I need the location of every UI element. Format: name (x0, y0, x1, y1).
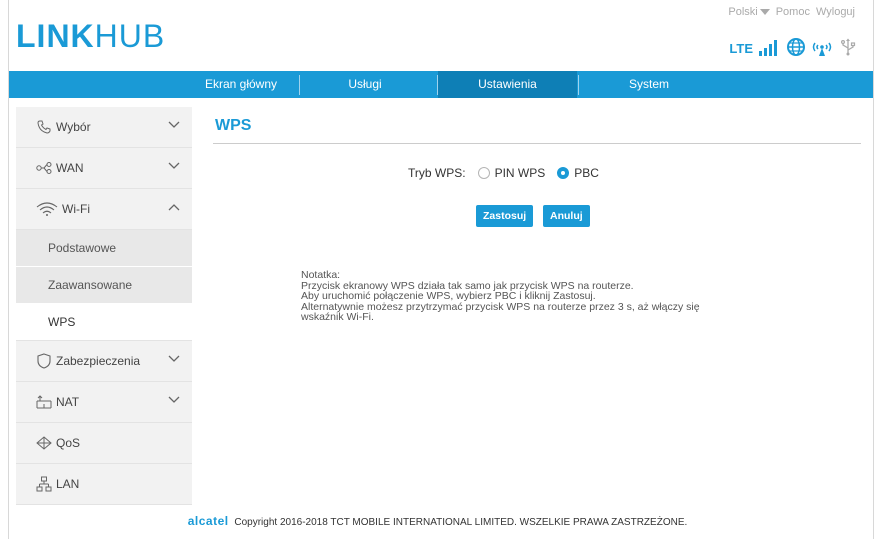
help-link[interactable]: Pomoc (776, 6, 810, 18)
language-select[interactable]: Polski (728, 6, 770, 18)
chevron-down-icon (168, 355, 180, 362)
sidebar-item-label: NAT (56, 395, 80, 409)
wifi-icon (36, 202, 58, 216)
page-title: WPS (215, 117, 252, 134)
sidebar-subitem-basic[interactable]: Podstawowe (16, 230, 192, 267)
lan-icon (36, 476, 52, 492)
nav-services[interactable]: Usługi (301, 71, 429, 98)
sidebar-item-label: QoS (56, 436, 81, 450)
title-divider (213, 143, 861, 144)
pin-wps-label[interactable]: PIN WPS (495, 166, 546, 180)
globe-icon (787, 38, 805, 56)
pin-wps-radio[interactable] (477, 167, 490, 179)
pbc-radio[interactable] (557, 167, 570, 179)
wps-notes: Notatka: Przycisk ekranowy WPS działa ta… (301, 270, 821, 323)
shield-icon (36, 353, 52, 369)
chevron-down-icon (168, 121, 180, 128)
wps-icon (812, 42, 832, 56)
alcatel-logo: alcatel (187, 514, 229, 528)
sidebar-item-label: Wi-Fi (62, 202, 90, 216)
notes-line: Alternatywnie możesz przytrzymać przycis… (301, 300, 700, 313)
nav-settings[interactable]: Ustawienia (438, 71, 577, 98)
cancel-button[interactable]: Anuluj (543, 205, 590, 227)
phone-icon (36, 120, 52, 134)
linkhub-logo: LINKHUB (16, 18, 166, 54)
wan-icon (36, 162, 52, 174)
apply-button[interactable]: Zastosuj (476, 205, 534, 227)
copyright-text: Copyright 2016-2018 TCT MOBILE INTERNATI… (234, 517, 688, 528)
notes-line: Aby uruchomić połączenie WPS, wybierz PB… (301, 290, 596, 302)
signal-icon (759, 40, 777, 56)
sidebar: Wybór WAN Wi-Fi Podstawowe Zaawansowane … (16, 107, 192, 505)
sidebar-item-label: WAN (56, 161, 84, 175)
nav-divider (299, 75, 300, 95)
sidebar-item-wifi[interactable]: Wi-Fi (16, 189, 192, 230)
top-links: Polski Pomoc Wyloguj (728, 6, 855, 18)
nat-icon (36, 395, 52, 409)
qos-icon (36, 436, 52, 450)
notes-line: wskaźnik Wi-Fi. (301, 311, 374, 323)
sidebar-item-label: Wybór (56, 120, 91, 134)
sidebar-item-selection[interactable]: Wybór (16, 107, 192, 148)
usb-icon (840, 38, 856, 56)
notes-heading: Notatka: (301, 269, 341, 281)
footer: alcatel Copyright 2016-2018 TCT MOBILE I… (0, 514, 875, 528)
sidebar-item-qos[interactable]: QoS (16, 423, 192, 464)
status-bar: LTE (729, 38, 857, 56)
wps-mode-row: Tryb WPS: PIN WPS PBC (408, 166, 599, 180)
nav-home[interactable]: Ekran główny (185, 71, 297, 98)
main-navbar: Ekran główny Usługi Ustawienia System (9, 71, 873, 98)
network-type: LTE (729, 41, 753, 56)
chevron-down-icon (168, 396, 180, 403)
chevron-down-icon (168, 162, 180, 169)
sidebar-item-label: Zabezpieczenia (56, 354, 141, 368)
nav-system[interactable]: System (579, 71, 719, 98)
sidebar-item-security[interactable]: Zabezpieczenia (16, 341, 192, 382)
sidebar-item-lan[interactable]: LAN (16, 464, 192, 505)
wps-mode-label: Tryb WPS: (408, 166, 466, 180)
sidebar-item-wan[interactable]: WAN (16, 148, 192, 189)
logout-link[interactable]: Wyloguj (816, 6, 855, 18)
sidebar-subitem-wps[interactable]: WPS (16, 304, 192, 341)
dropdown-arrow-icon (759, 9, 770, 16)
chevron-up-icon (168, 204, 180, 211)
pbc-label[interactable]: PBC (574, 166, 599, 180)
sidebar-item-nat[interactable]: NAT (16, 382, 192, 423)
sidebar-item-label: LAN (56, 477, 80, 491)
sidebar-subitem-advanced[interactable]: Zaawansowane (16, 267, 192, 304)
